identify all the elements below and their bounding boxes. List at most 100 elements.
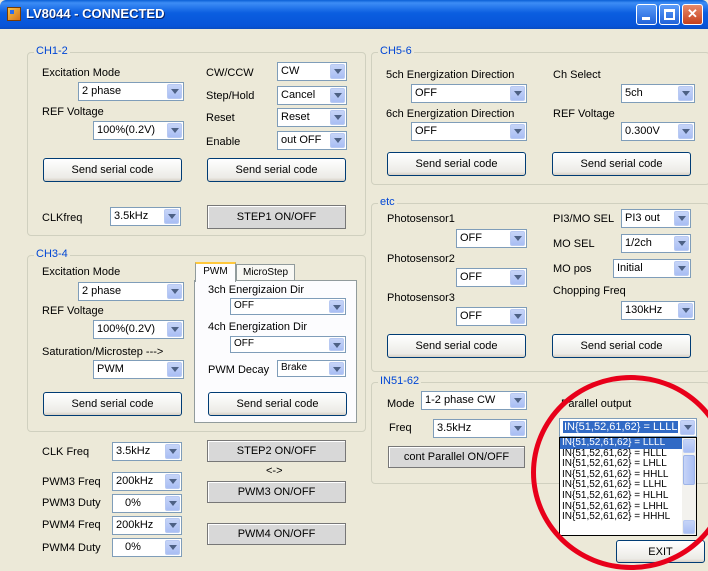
scroll-up-icon[interactable] [683,439,695,453]
chevron-down-icon[interactable] [510,421,525,436]
chevron-down-icon[interactable] [510,393,525,408]
scroll-thumb[interactable] [683,455,695,485]
ch12-send-serial-button-2[interactable]: Send serial code [207,158,346,182]
chevron-down-icon[interactable] [510,86,525,101]
ch56-send-serial-button-2[interactable]: Send serial code [552,152,691,176]
ch12-ref-voltage-label: REF Voltage [42,106,104,118]
ch12-send-serial-button[interactable]: Send serial code [43,158,182,182]
chevron-down-icon[interactable] [330,133,345,148]
dir6-select[interactable]: OFF [411,122,527,141]
step1-onoff-button[interactable]: STEP1 ON/OFF [207,205,346,229]
photosensor2-value: OFF [460,271,482,283]
pwm4-freq-select[interactable]: 200kHz [112,516,182,535]
chevron-down-icon[interactable] [330,88,345,103]
ch56-send-serial-button[interactable]: Send serial code [387,152,526,176]
ch-select-select[interactable]: 5ch [621,84,695,103]
pwm-decay-select[interactable]: Brake [277,360,346,377]
group-label-ch12: CH1-2 [34,45,70,57]
chevron-down-icon[interactable] [330,110,345,125]
photosensor2-select[interactable]: OFF [456,268,527,287]
chevron-down-icon[interactable] [329,338,344,351]
ch12-enable-select[interactable]: out OFF [277,131,347,150]
pwm3-freq-select[interactable]: 200kHz [112,472,182,491]
chevron-down-icon[interactable] [165,444,180,459]
mo-sel-select[interactable]: 1/2ch [621,234,691,253]
photosensor1-label: Photosensor1 [387,213,455,225]
step2-onoff-button[interactable]: STEP2 ON/OFF [207,440,346,462]
photosensor1-select[interactable]: OFF [456,229,527,248]
photosensor3-select[interactable]: OFF [456,307,527,326]
ch34-send-serial-button[interactable]: Send serial code [43,392,182,416]
pwm-tab-send-serial-button[interactable]: Send serial code [208,392,347,416]
chevron-down-icon[interactable] [167,322,182,337]
scroll-down-icon[interactable] [683,520,695,534]
chevron-down-icon[interactable] [510,309,525,324]
chevron-down-icon[interactable] [678,124,693,139]
tab-pwm[interactable]: PWM [195,262,236,282]
parallel-output-select[interactable]: IN{51,52,61,62} = LLLL [559,418,697,437]
list-item[interactable]: IN{51,52,61,62} = LLLL [560,438,696,449]
etc-send-serial-button[interactable]: Send serial code [387,334,526,358]
chevron-down-icon[interactable] [678,86,693,101]
chevron-down-icon[interactable] [167,123,182,138]
title-bar[interactable]: LV8044 - CONNECTED ✕ [0,0,708,29]
ch12-ref-voltage-select[interactable]: 100%(0.2V) [93,121,184,140]
chevron-down-icon[interactable] [329,362,344,375]
dir4-select[interactable]: OFF [230,336,346,353]
photosensor2-label: Photosensor2 [387,253,455,265]
chevron-down-icon[interactable] [167,362,182,377]
etc-send-serial-button-2[interactable]: Send serial code [552,334,691,358]
ch12-step-hold-select[interactable]: Cancel [277,86,347,105]
dropdown-scrollbar[interactable] [682,438,696,535]
dir5-select[interactable]: OFF [411,84,527,103]
chevron-down-icon[interactable] [678,303,693,318]
chopping-freq-select[interactable]: 130kHz [621,301,695,320]
ch34-excitation-mode-select[interactable]: 2 phase [78,282,184,301]
chevron-down-icon[interactable] [680,420,695,435]
mode-select[interactable]: 1-2 phase CW [421,391,527,410]
dir3-select[interactable]: OFF [230,298,346,315]
minimize-button[interactable] [636,4,657,25]
exit-button[interactable]: EXIT [616,540,705,563]
chevron-down-icon[interactable] [165,496,180,511]
ch12-reset-select[interactable]: Reset [277,108,347,127]
chevron-down-icon[interactable] [510,124,525,139]
mo-pos-select[interactable]: Initial [613,259,691,278]
chevron-down-icon[interactable] [510,270,525,285]
parallel-output-dropdown-list[interactable]: IN{51,52,61,62} = LLLL IN{51,52,61,62} =… [559,437,697,536]
ch12-enable-label: Enable [206,136,241,148]
chevron-down-icon[interactable] [329,300,344,313]
pi3-mo-sel-select[interactable]: PI3 out [621,209,691,228]
chevron-down-icon[interactable] [165,474,180,489]
chevron-down-icon[interactable] [167,284,182,299]
cont-parallel-onoff-button[interactable]: cont Parallel ON/OFF [388,446,525,468]
chevron-down-icon[interactable] [674,211,689,226]
ch12-cwccw-select[interactable]: CW [277,62,347,81]
dir4-label: 4ch Energization Dir [208,321,308,333]
ch56-ref-voltage-select[interactable]: 0.300V [621,122,695,141]
pwm4-duty-select[interactable]: 0% [112,538,182,557]
ch12-excitation-mode-select[interactable]: 2 phase [78,82,184,101]
maximize-button[interactable] [659,4,680,25]
ch34-ref-voltage-select[interactable]: 100%(0.2V) [93,320,184,339]
freq-select[interactable]: 3.5kHz [433,419,527,438]
close-button[interactable]: ✕ [682,4,703,25]
pwm3-onoff-button[interactable]: PWM3 ON/OFF [207,481,346,503]
ch12-clkfreq-select[interactable]: 3.5kHz [110,207,181,226]
chevron-down-icon[interactable] [674,236,689,251]
chevron-down-icon[interactable] [167,84,182,99]
chevron-down-icon[interactable] [330,64,345,79]
pwm4-onoff-button[interactable]: PWM4 ON/OFF [207,523,346,545]
dir3-value: OFF [234,300,254,311]
pwm3-duty-select[interactable]: 0% [112,494,182,513]
ch34-clk-freq-select[interactable]: 3.5kHz [112,442,182,461]
list-item[interactable]: IN{51,52,61,62} = HLHL [560,491,696,502]
ch34-saturation-select[interactable]: PWM [93,360,184,379]
chevron-down-icon[interactable] [165,540,180,555]
chevron-down-icon[interactable] [510,231,525,246]
chevron-down-icon[interactable] [164,209,179,224]
pwm3-duty-label: PWM3 Duty [42,497,101,509]
chevron-down-icon[interactable] [674,261,689,276]
list-item[interactable]: IN{51,52,61,62} = HHHL [560,512,696,523]
chevron-down-icon[interactable] [165,518,180,533]
